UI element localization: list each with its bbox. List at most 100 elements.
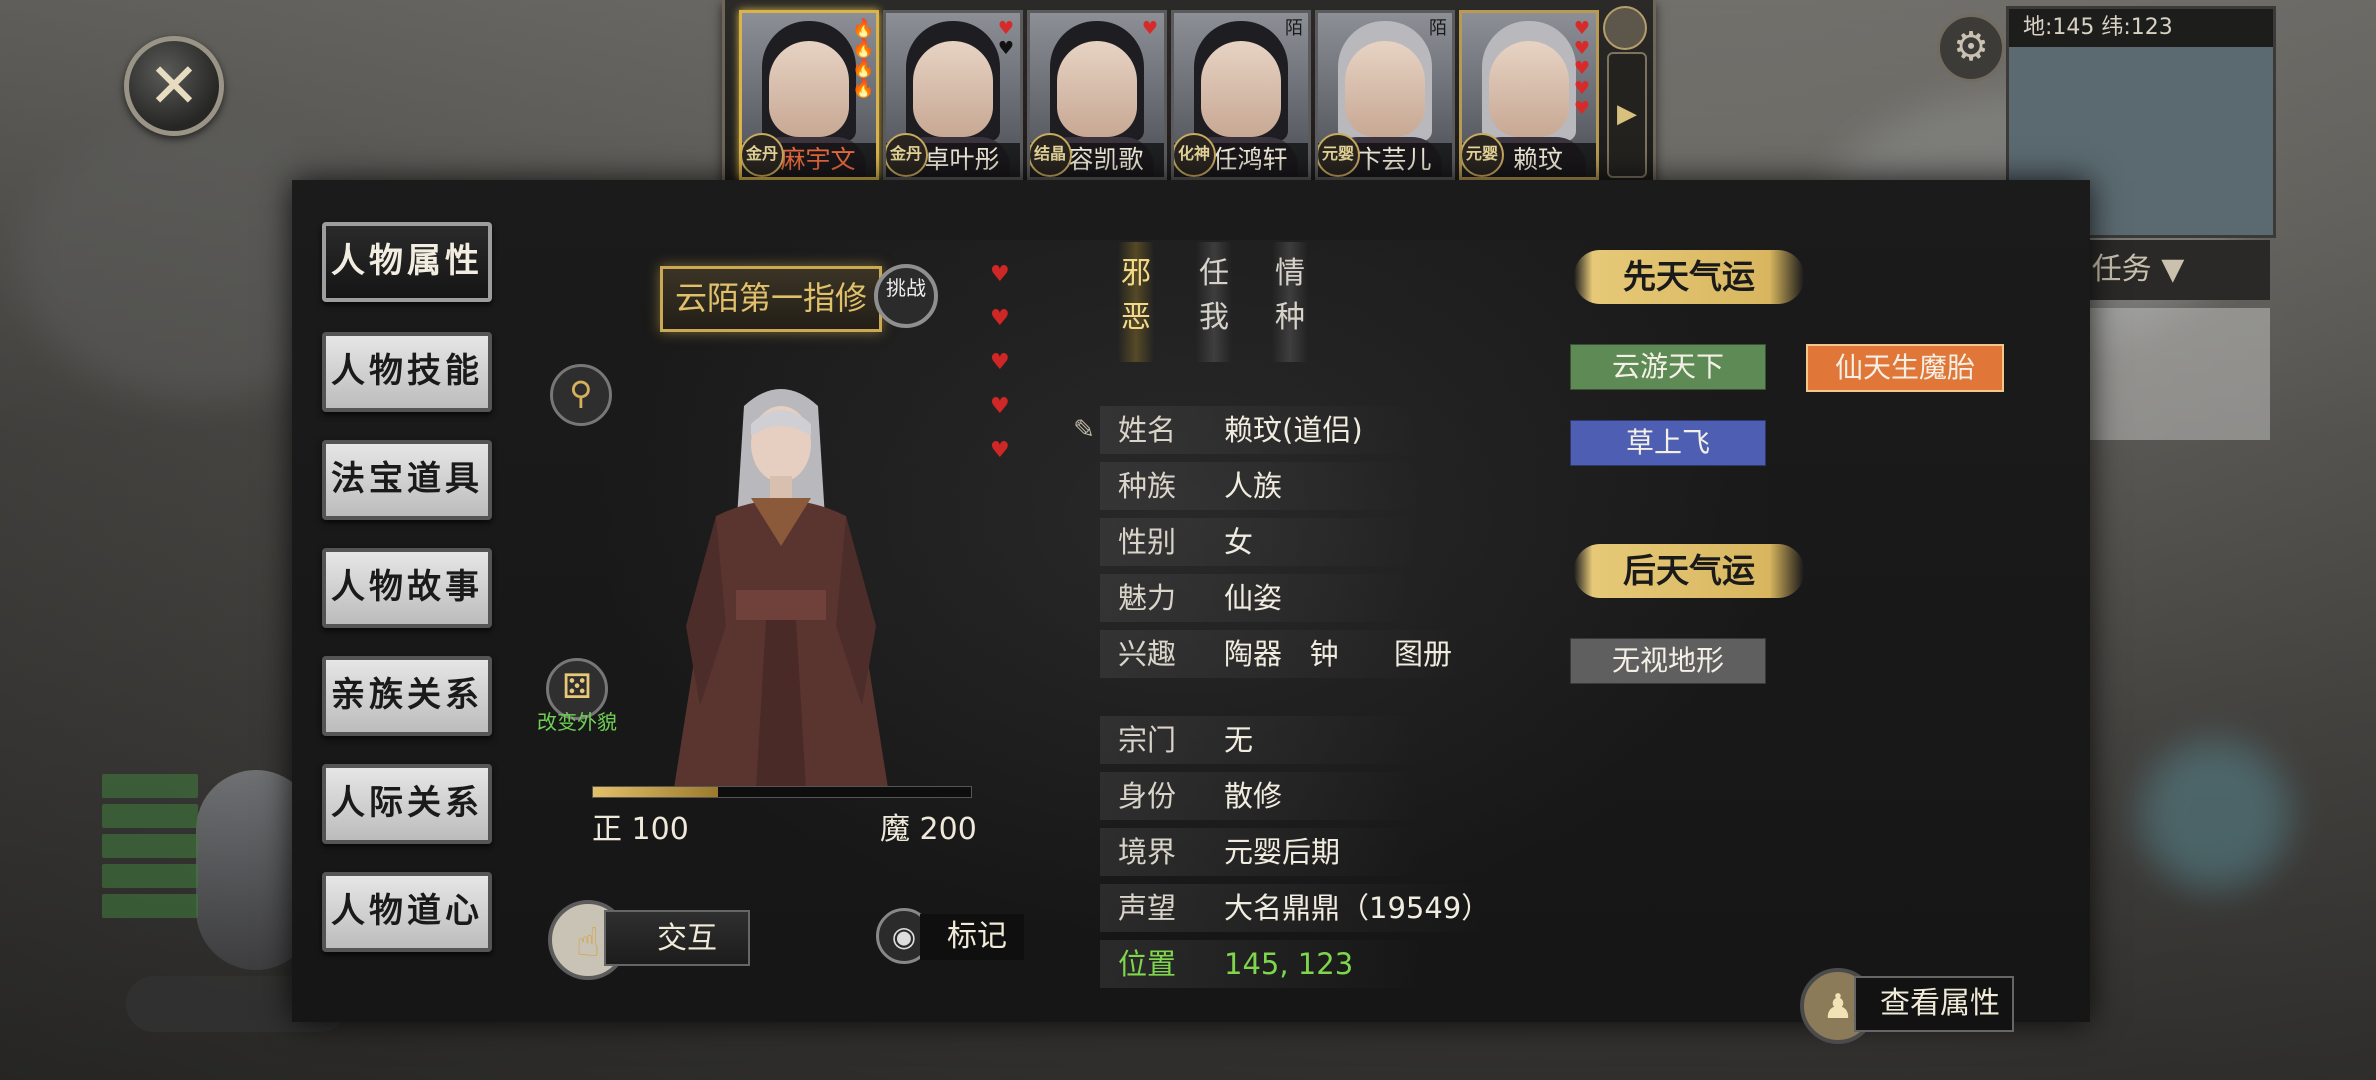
righteous-value: 正 100: [592, 812, 689, 847]
info-key: 性别: [1118, 525, 1177, 559]
stranger-mark-icon: 陌: [1285, 18, 1303, 39]
trait-evil[interactable]: 邪恶: [1118, 242, 1154, 362]
info-value: 女: [1224, 525, 1254, 559]
acquired-luck-heading: 后天气运: [1574, 544, 1804, 598]
heart-marks-icon: ♥: [1141, 18, 1159, 39]
mark-label: 标记: [920, 914, 1024, 960]
change-appearance-label[interactable]: 改变外貌: [532, 706, 622, 735]
heart-icon: ♥: [990, 262, 1010, 287]
info-value: 陶器 钟 图册: [1224, 637, 1452, 671]
background-menu-item: [102, 804, 198, 828]
background-menu-item: [102, 864, 198, 888]
info-key: 姓名: [1118, 413, 1177, 447]
info-row-status: 身份 散修: [1100, 772, 1420, 820]
heart-icon: ♥: [990, 394, 1010, 419]
edit-name-icon[interactable]: ✎: [1068, 414, 1100, 446]
nav-treasures-items[interactable]: 法宝道具: [322, 440, 492, 520]
luck-tag-wander[interactable]: 云游天下: [1570, 344, 1766, 390]
challenge-button[interactable]: 挑战: [874, 264, 938, 328]
character-rank-badge: 结晶: [1030, 133, 1072, 177]
character-portrait: [674, 389, 888, 788]
info-key: 兴趣: [1118, 637, 1177, 671]
background-menu-item: [102, 774, 198, 798]
nav-dao-heart[interactable]: 人物道心: [322, 872, 492, 952]
background-menu-item: [102, 834, 198, 858]
trait-romantic[interactable]: 情种: [1272, 242, 1308, 362]
heart-icon: ♥: [990, 350, 1010, 375]
character-card[interactable]: 陌 任鸿轩 化神: [1171, 10, 1311, 180]
info-value: 人族: [1224, 469, 1283, 503]
flame-marks-icon: 🔥 🔥 🔥 🔥: [852, 18, 875, 99]
nav-social-relations[interactable]: 人际关系: [322, 764, 492, 844]
info-row-position[interactable]: 位置 145, 123: [1100, 940, 1420, 988]
luck-tag-grass-flight[interactable]: 草上飞: [1570, 420, 1766, 466]
character-face: [1489, 41, 1569, 137]
demonic-value: 魔 200: [880, 812, 977, 847]
group-toggle-button[interactable]: [1603, 6, 1647, 50]
info-row-gender: 性别 女: [1100, 518, 1420, 566]
info-value: 仙姿: [1224, 581, 1283, 615]
info-key: 境界: [1118, 835, 1177, 869]
view-attributes-button[interactable]: ♟ 查看属性: [1800, 968, 2014, 1044]
view-attributes-label: 查看属性: [1854, 976, 2014, 1032]
alignment-bar: [592, 786, 972, 798]
trait-text: 任我: [1199, 256, 1229, 335]
info-row-name: 姓名 赖玟(道侣): [1100, 406, 1420, 454]
luck-tag-demon-fetus[interactable]: 仙天生魔胎: [1806, 344, 2004, 392]
background-menu-item: [102, 894, 198, 918]
character-face: [1201, 41, 1281, 137]
stranger-mark-icon: 陌: [1429, 18, 1447, 39]
info-key: 魅力: [1118, 581, 1177, 615]
alignment-bar-fill: [593, 787, 718, 797]
character-face: [1057, 41, 1137, 137]
next-page-arrow-button[interactable]: ▶: [1607, 52, 1647, 178]
heart-marks-icon: ♥ ♥: [997, 18, 1015, 59]
character-rank-badge: 金丹: [886, 133, 928, 177]
close-icon: ✕: [148, 49, 200, 122]
info-key: 宗门: [1118, 723, 1177, 757]
close-button[interactable]: ✕: [124, 36, 224, 136]
info-value: 散修: [1224, 779, 1283, 813]
interact-label: 交互: [604, 910, 750, 966]
character-face: [1345, 41, 1425, 137]
character-card[interactable]: ♥ ♥ 卓叶彤 金丹: [883, 10, 1023, 180]
character-rank-badge: 金丹: [742, 133, 784, 177]
trait-self-willed[interactable]: 任我: [1196, 242, 1232, 362]
info-row-sect: 宗门 无: [1100, 716, 1420, 764]
trait-text: 情种: [1275, 256, 1305, 335]
interact-button[interactable]: ☝ 交互: [548, 900, 750, 980]
character-selector-bar: 🔥 🔥 🔥 🔥 麻宇文 金丹 ♥ ♥ 卓叶彤 金丹 ♥ 容凯歌 结晶 陌 任鸿轩 化神 …: [722, 0, 1656, 185]
info-row-race: 种族 人族: [1100, 462, 1420, 510]
info-key: 种族: [1118, 469, 1177, 503]
nav-family-relations[interactable]: 亲族关系: [322, 656, 492, 736]
nav-character-skills[interactable]: 人物技能: [322, 332, 492, 412]
nav-character-story[interactable]: 人物故事: [322, 548, 492, 628]
info-value: 元婴后期: [1224, 835, 1341, 869]
character-card[interactable]: ♥ 容凯歌 结晶: [1027, 10, 1167, 180]
info-value: 大名鼎鼎（19549）: [1224, 891, 1491, 925]
character-card[interactable]: 🔥 🔥 🔥 🔥 麻宇文 金丹: [739, 10, 879, 180]
character-face: [769, 41, 849, 137]
character-rank-badge: 化神: [1174, 133, 1216, 177]
info-row-charm: 魅力 仙姿: [1100, 574, 1420, 622]
character-face: [913, 41, 993, 137]
character-rank-badge: 元婴: [1462, 133, 1504, 177]
info-row-fame: 声望 大名鼎鼎（19549）: [1100, 884, 1490, 932]
heart-icon: ♥: [990, 438, 1010, 463]
luck-tag-ignore-terrain[interactable]: 无视地形: [1570, 638, 1766, 684]
innate-luck-heading: 先天气运: [1574, 250, 1804, 304]
info-row-hobby: 兴趣 陶器 钟 图册: [1100, 630, 1460, 678]
character-title-badge[interactable]: 云陌第一指修: [660, 266, 882, 332]
nav-character-attributes[interactable]: 人物属性: [322, 222, 492, 302]
info-key: 身份: [1118, 779, 1177, 813]
info-row-realm: 境界 元婴后期: [1100, 828, 1420, 876]
affection-hearts: ♥ ♥ ♥ ♥ ♥: [990, 264, 1012, 484]
settings-gear-icon[interactable]: ⚙: [1937, 14, 2005, 82]
character-card[interactable]: 陌 卞芸儿 元婴: [1315, 10, 1455, 180]
zoom-magnifier-icon[interactable]: ⚲: [550, 364, 612, 426]
heart-icon: ♥: [990, 306, 1010, 331]
mark-button[interactable]: ◉ 标记: [876, 908, 1026, 966]
background-teal-orb: [2140, 740, 2290, 890]
info-key: 声望: [1118, 891, 1177, 925]
character-card[interactable]: ♥ ♥ ♥ ♥ ♥ 赖玟 元婴: [1459, 10, 1599, 180]
